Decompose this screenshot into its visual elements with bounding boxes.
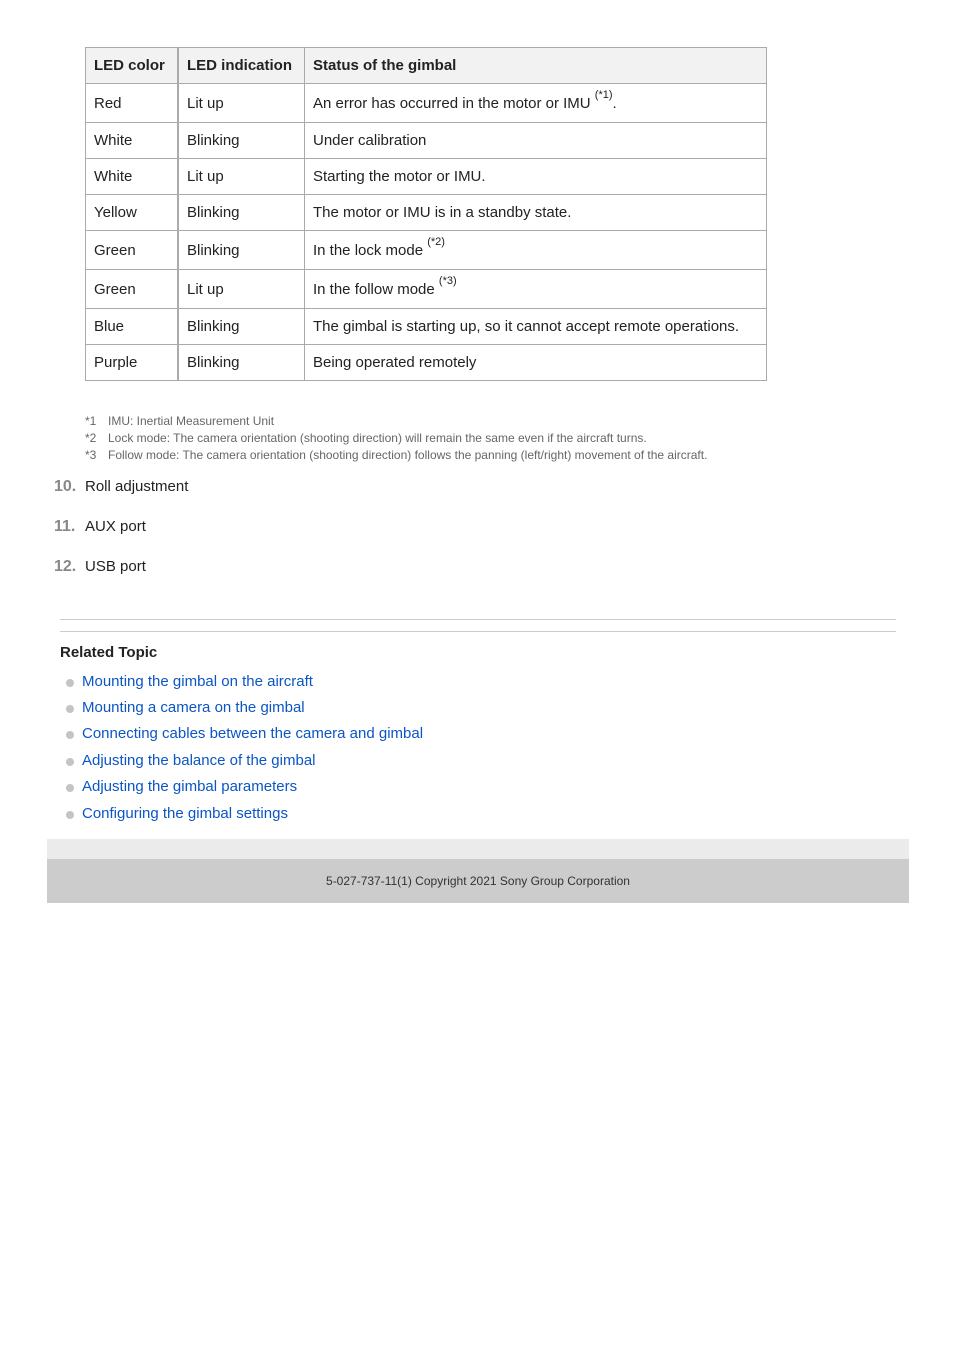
item-number: 11. [54,518,76,535]
footnote-ref: (*2) [427,235,445,248]
footnote: *1 IMU: Inertial Measurement Unit [85,413,707,430]
header-status: Status of the gimbal [304,47,767,84]
table-row: White Blinking Under calibration [85,122,767,159]
led-status-table: LED color LED indication Status of the g… [85,47,767,381]
cell-indication: Lit up [177,83,305,123]
related-item: Mounting the gimbal on the aircraft [66,668,423,694]
table-row: White Lit up Starting the motor or IMU. [85,158,767,195]
cell-color: White [85,122,179,159]
table-row: Blue Blinking The gimbal is starting up,… [85,308,767,345]
related-link[interactable]: Configuring the gimbal settings [82,805,288,822]
cell-indication: Blinking [177,344,305,381]
table-header-row: LED color LED indication Status of the g… [85,47,767,84]
cell-status: In the lock mode (*2) [304,230,767,270]
cell-indication: Lit up [177,269,305,309]
item-label: Roll adjustment [85,478,189,495]
related-topic-heading: Related Topic [60,644,158,661]
cell-status: The motor or IMU is in a standby state. [304,194,767,231]
bullet-icon [66,784,74,793]
status-suffix: . [612,94,617,112]
item-number: 12. [54,558,77,575]
status-text: An error has occurred in the motor or IM… [313,94,595,112]
footnote-mark: *2 [85,431,97,445]
footnote-mark: *3 [85,448,97,462]
item-number: 10. [54,478,77,495]
bullet-icon [66,705,74,714]
related-link[interactable]: Mounting the gimbal on the aircraft [82,673,313,690]
header-led-color: LED color [85,47,179,84]
cell-indication: Blinking [177,230,305,270]
list-item: 11. AUX port [54,518,188,558]
related-link[interactable]: Connecting cables between the camera and… [82,725,423,742]
status-text: In the lock mode [313,241,428,259]
copyright-text: 5-027-737-11(1) Copyright 2021 Sony Grou… [326,874,630,888]
cell-color: Yellow [85,194,179,231]
bullet-icon [66,731,74,740]
related-item: Mounting a camera on the gimbal [66,694,423,720]
cell-color: Green [85,230,179,270]
related-item: Configuring the gimbal settings [66,800,423,826]
cell-status: An error has occurred in the motor or IM… [304,83,767,123]
divider [60,619,896,620]
item-label: USB port [85,558,146,575]
footnote-text: IMU: Inertial Measurement Unit [108,414,275,428]
cell-indication: Blinking [177,308,305,345]
item-label: AUX port [85,518,146,535]
cell-status: Being operated remotely [304,344,767,381]
table-row: Green Blinking In the lock mode (*2) [85,230,767,270]
footnotes: *1 IMU: Inertial Measurement Unit *2 Lock … [85,413,707,464]
bullet-icon [66,757,74,766]
cell-status: Starting the motor or IMU. [304,158,767,195]
cell-status: The gimbal is starting up, so it cannot … [304,308,767,345]
footnote-ref: (*1) [594,88,613,101]
cell-color: Green [85,269,179,309]
divider [60,631,896,632]
cell-color: Blue [85,308,179,345]
list-item: 12. USB port [54,558,188,598]
bullet-icon [66,678,74,687]
cell-indication: Blinking [177,122,305,159]
cell-color: White [85,158,179,195]
list-item: 10. Roll adjustment [54,478,188,518]
table-row: Yellow Blinking The motor or IMU is in a… [85,194,767,231]
footnote: *3 Follow mode: The camera orientation (s… [85,447,707,464]
related-topic-list: Mounting the gimbal on the aircraft Moun… [66,668,423,826]
header-led-indication: LED indication [177,47,305,84]
parts-list: 10. Roll adjustment 11. AUX port 12. USB po… [54,478,188,598]
table-row: Purple Blinking Being operated remotely [85,344,767,381]
bullet-icon [66,810,74,819]
footnote-mark: *1 [85,414,97,428]
footnote-text: Lock mode: The camera orientation (shoot… [108,431,647,445]
cell-status: In the follow mode (*3) [304,269,767,309]
footer: 5-027-737-11(1) Copyright 2021 Sony Grou… [47,859,909,903]
status-text: In the follow mode [313,280,439,298]
footer-band [47,839,909,859]
related-link[interactable]: Mounting a camera on the gimbal [82,699,305,716]
cell-indication: Lit up [177,158,305,195]
related-item: Connecting cables between the camera and… [66,721,423,747]
table-row: Green Lit up In the follow mode (*3) [85,269,767,309]
footnote-text: Follow mode: The camera orientation (sho… [108,448,708,462]
footnote: *2 Lock mode: The camera orientation (sho… [85,430,707,447]
cell-color: Purple [85,344,179,381]
related-item: Adjusting the balance of the gimbal [66,747,423,773]
cell-indication: Blinking [177,194,305,231]
related-link[interactable]: Adjusting the gimbal parameters [82,778,297,795]
table-row: Red Lit up An error has occurred in the … [85,83,767,123]
related-link[interactable]: Adjusting the balance of the gimbal [82,752,316,769]
cell-color: Red [85,83,179,123]
related-item: Adjusting the gimbal parameters [66,774,423,800]
footnote-ref: (*3) [438,274,457,287]
cell-status: Under calibration [304,122,767,159]
